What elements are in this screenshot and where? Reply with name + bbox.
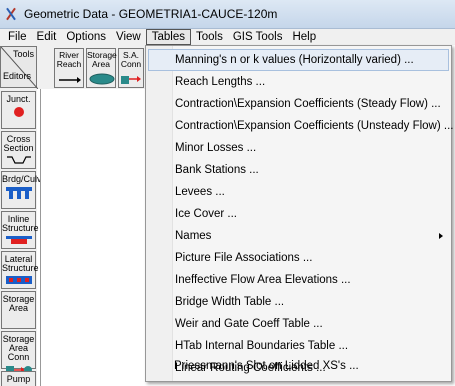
storage-area-side-button[interactable]: Storage Area	[1, 291, 36, 329]
storage-area-conn-label: Storage Area Conn	[2, 334, 35, 362]
menu-bar: File Edit Options View Tables Tools GIS …	[0, 29, 455, 45]
bridge-icon	[5, 187, 32, 199]
arrow-right-icon	[59, 77, 81, 83]
junction-dot-icon	[13, 107, 24, 117]
storage-area-label: Storage Area	[87, 50, 117, 69]
menu-item-reach-lengths[interactable]: Reach Lengths ...	[148, 71, 449, 93]
tables-dropdown-menu: Manning's n or k values (Horizontally va…	[145, 45, 453, 382]
tools-label: Tools	[12, 49, 34, 59]
bridge-culvert-label: Brdg/Culv	[2, 174, 42, 184]
sa-conn-label: S.A. Conn	[120, 50, 142, 69]
side-tool-column: Junct. Cross Section Brdg/Culv Inline St…	[0, 89, 42, 386]
menu-item-contraction-unsteady[interactable]: Contraction\Expansion Coefficients (Unst…	[148, 115, 453, 137]
menu-item-htab-boundaries[interactable]: HTab Internal Boundaries Table ...	[148, 335, 449, 357]
names-label: Names	[175, 230, 212, 242]
tools-editors-button[interactable]: Tools Editors	[0, 46, 38, 89]
storage-area-side-label: Storage Area	[2, 294, 35, 313]
storage-area-button[interactable]: Storage Area	[86, 48, 117, 88]
lateral-structure-button[interactable]: Lateral Structure	[1, 251, 39, 289]
menu-item-mannings-n[interactable]: Manning's n or k values (Horizontally va…	[148, 49, 449, 71]
menu-item-ice-cover[interactable]: Ice Cover ...	[148, 203, 449, 225]
lateral-structure-icon	[5, 276, 32, 284]
menu-item-levees[interactable]: Levees ...	[148, 181, 449, 203]
lateral-structure-label: Lateral Structure	[2, 254, 39, 273]
cross-section-label: Cross Section	[3, 134, 34, 153]
menu-item-names[interactable]: Names	[148, 225, 449, 247]
storage-area-conn-button[interactable]: Storage Area Conn	[1, 331, 36, 375]
inline-structure-icon	[5, 236, 32, 244]
cross-section-button[interactable]: Cross Section	[1, 131, 36, 169]
window-title: Geometric Data - GEOMETRIA1-CAUCE-120m	[24, 7, 278, 21]
sa-connection-icon	[121, 76, 141, 84]
junction-button[interactable]: Junct.	[1, 91, 36, 129]
menu-item-weir-gate-coeff[interactable]: Weir and Gate Coeff Table ...	[148, 313, 449, 335]
menu-item-ineffective-flow[interactable]: Ineffective Flow Area Elevations ...	[148, 269, 449, 291]
menu-item-picture-file[interactable]: Picture File Associations ...	[148, 247, 449, 269]
cross-section-icon	[6, 156, 31, 164]
pump-label: Pump	[6, 374, 31, 384]
app-icon	[4, 7, 18, 21]
menu-item-contraction-steady[interactable]: Contraction\Expansion Coefficients (Stea…	[148, 93, 449, 115]
menu-file[interactable]: File	[3, 29, 32, 45]
bridge-culvert-button[interactable]: Brdg/Culv	[1, 171, 42, 209]
pump-button[interactable]: Pump	[1, 371, 36, 386]
menu-edit[interactable]: Edit	[32, 29, 62, 45]
menu-item-minor-losses[interactable]: Minor Losses ...	[148, 137, 449, 159]
sa-conn-button[interactable]: S.A. Conn	[118, 48, 144, 88]
title-bar: Geometric Data - GEOMETRIA1-CAUCE-120m	[0, 0, 455, 29]
menu-view[interactable]: View	[111, 29, 146, 45]
menu-tables[interactable]: Tables	[145, 29, 191, 45]
inline-structure-label: Inline Structure	[2, 214, 39, 233]
junction-label: Junct.	[6, 94, 31, 104]
submenu-arrow-icon	[439, 233, 443, 239]
menu-item-bank-stations[interactable]: Bank Stations ...	[148, 159, 449, 181]
river-reach-label: River Reach	[56, 50, 82, 69]
river-reach-button[interactable]: River Reach	[54, 48, 84, 88]
editors-label: Editors	[3, 71, 32, 81]
menu-help[interactable]: Help	[287, 29, 321, 45]
storage-area-icon	[89, 73, 115, 85]
menu-tools[interactable]: Tools	[191, 29, 228, 45]
inline-structure-button[interactable]: Inline Structure	[1, 211, 39, 249]
menu-options[interactable]: Options	[61, 29, 111, 45]
menu-item-priessmann-slot-label[interactable]: Priessmann's Slot on Lidded XS's ...	[147, 355, 448, 377]
menu-gis-tools[interactable]: GIS Tools	[228, 29, 288, 45]
menu-item-bridge-width[interactable]: Bridge Width Table ...	[148, 291, 449, 313]
